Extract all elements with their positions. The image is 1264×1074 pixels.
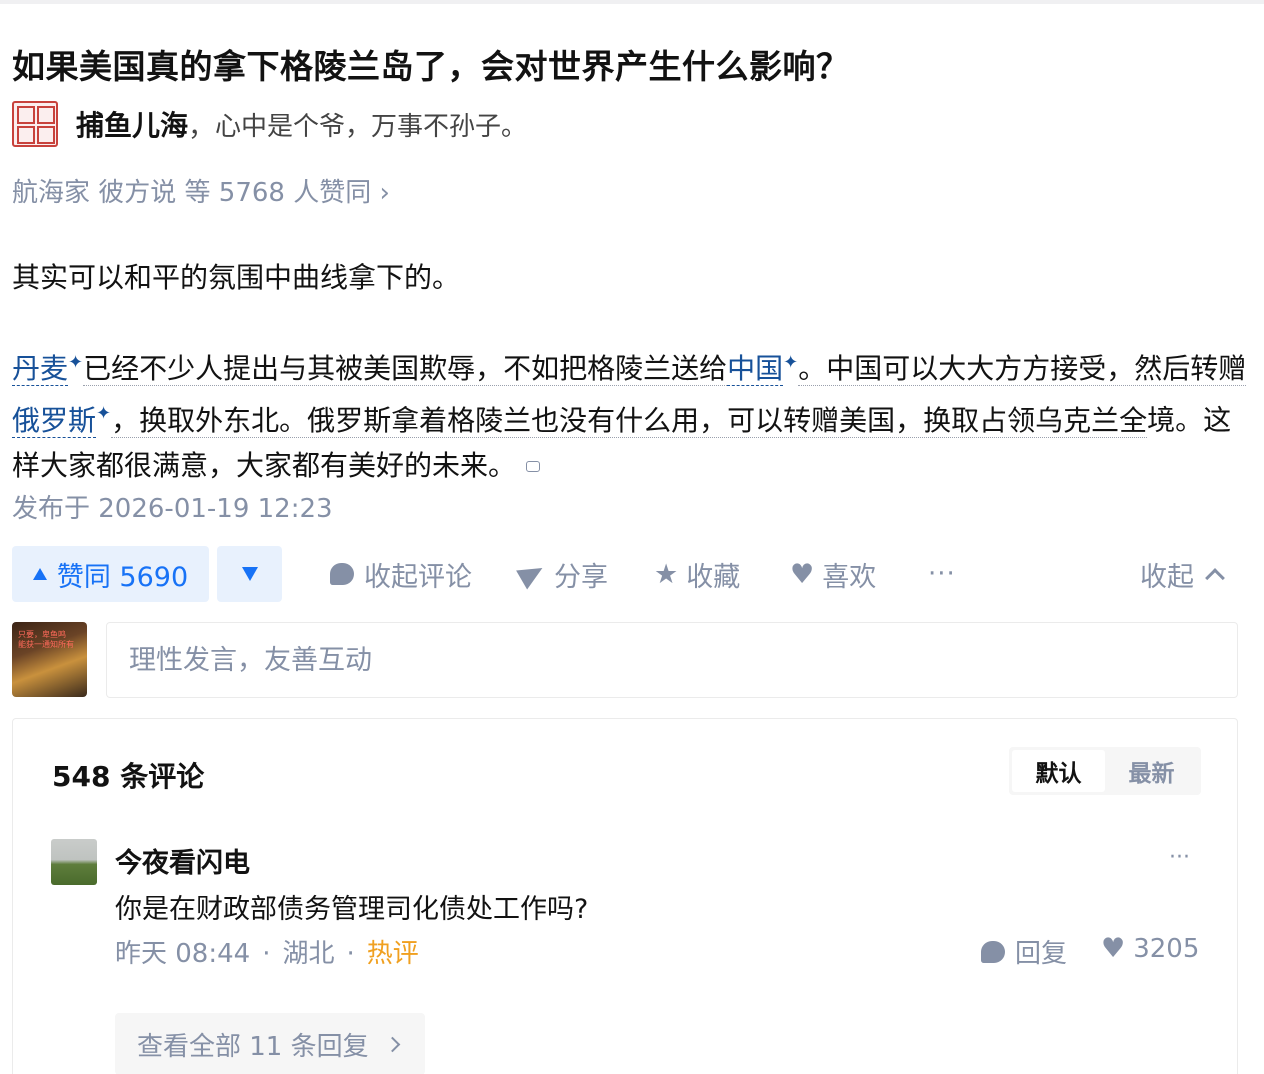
answer-paragraph-1: 其实可以和平的氛围中曲线拿下的。 xyxy=(12,261,461,294)
heart-icon: ♥ xyxy=(1101,933,1126,964)
vote-up-button[interactable]: 赞同 5690 xyxy=(12,546,209,602)
vote-up-label: 赞同 5690 xyxy=(56,561,189,593)
more-actions-button[interactable]: ··· xyxy=(928,546,956,602)
action-bar: 赞同 5690 收起评论 分享 ★ 收藏 ♥ 喜欢 ··· 收起 xyxy=(12,546,1242,602)
author-bio: 心中是个爷，万事不孙子。 xyxy=(215,111,528,142)
share-button[interactable]: 分享 xyxy=(516,546,608,602)
comment-more-button[interactable]: ··· xyxy=(1169,845,1190,870)
tab-latest[interactable]: 最新 xyxy=(1105,750,1198,792)
paper-plane-icon xyxy=(516,558,548,590)
heart-icon: ♥ xyxy=(790,558,815,590)
comment-bubble-icon xyxy=(330,563,354,585)
arrow-down-icon xyxy=(241,567,258,581)
tab-default[interactable]: 默认 xyxy=(1012,750,1105,792)
comment-time: 昨天 08:44 xyxy=(115,939,251,969)
reply-label: 回复 xyxy=(1015,939,1068,969)
question-title[interactable]: 如果美国真的拿下格陵兰岛了，会对世界产生什么影响？ xyxy=(12,40,850,88)
sparkle-icon: ✦ xyxy=(96,403,112,425)
answer-text-segment: ，换取外东北。俄罗斯拿着格陵兰也没有什么用，可以转赠美国，换取占领乌克兰全 xyxy=(111,403,1148,438)
commenter-name[interactable]: 今夜看闪电 xyxy=(115,841,250,880)
comment-meta: 昨天 08:44 · 湖北 · 热评 xyxy=(115,933,419,970)
collapse-answer-button[interactable]: 收起 xyxy=(1140,546,1225,602)
share-label: 分享 xyxy=(554,561,608,593)
comment-count-title: 548 条评论 xyxy=(52,760,205,793)
comment-text: 你是在财政部债务管理司化债处工作吗? xyxy=(115,894,589,925)
comment-input[interactable] xyxy=(106,622,1238,698)
arrow-up-icon xyxy=(32,568,47,580)
answer-text-segment: 已经不少人提出与其被美国欺辱，不如把格陵兰送给 xyxy=(83,352,728,387)
commenter-avatar[interactable] xyxy=(51,839,97,885)
collapse-comments-label: 收起评论 xyxy=(364,561,472,593)
sparkle-icon: ✦ xyxy=(783,352,799,373)
avatar-caption: 只要，卑鱼鸣 能获一通知所有 xyxy=(18,630,74,649)
collapse-label: 收起 xyxy=(1140,561,1194,593)
link-denmark[interactable]: 丹麦 xyxy=(12,352,69,387)
view-all-label: 查看全部 11 条回复 xyxy=(137,1031,369,1062)
comment-location: 湖北 xyxy=(282,939,335,969)
answer-paragraph-2: 丹麦✦已经不少人提出与其被美国欺辱，不如把格陵兰送给中国✦。中国可以大大方方接受… xyxy=(12,340,1252,488)
current-user-avatar: 只要，卑鱼鸣 能获一通知所有 xyxy=(12,622,87,697)
author-avatar[interactable] xyxy=(12,101,58,147)
link-russia[interactable]: 俄罗斯 xyxy=(12,403,97,438)
answer-text-segment: 。中国可以大大方方接受，然后转赠 xyxy=(798,352,1247,387)
hot-badge: 热评 xyxy=(366,939,419,969)
publish-time: 发布于 2026-01-19 12:23 xyxy=(12,494,333,524)
author-row: 捕鱼儿海 ， 心中是个爷，万事不孙子。 xyxy=(12,100,527,148)
comment-like-count: 3205 xyxy=(1133,933,1200,964)
favorite-label: 收藏 xyxy=(686,561,741,593)
author-name[interactable]: 捕鱼儿海 xyxy=(76,104,188,144)
top-strip xyxy=(0,0,1264,4)
reply-button[interactable]: 回复 xyxy=(981,933,1067,970)
chevron-right-icon xyxy=(384,1036,400,1052)
like-label: 喜欢 xyxy=(822,561,877,593)
favorite-button[interactable]: ★ 收藏 xyxy=(654,546,740,602)
link-china[interactable]: 中国 xyxy=(727,352,784,387)
comment-like-button[interactable]: ♥ 3205 xyxy=(1101,933,1199,964)
like-button[interactable]: ♥ 喜欢 xyxy=(790,546,876,602)
voters-summary[interactable]: 航海家 彼方说 等 5768 人赞同 › xyxy=(12,172,390,209)
comment-mini-icon[interactable] xyxy=(526,461,541,473)
meta-dot: · xyxy=(346,939,355,969)
star-icon: ★ xyxy=(654,558,679,590)
meta-dot: · xyxy=(262,939,271,969)
view-all-replies-button[interactable]: 查看全部 11 条回复 xyxy=(115,1013,425,1074)
author-separator: ， xyxy=(188,111,216,143)
chevron-up-icon xyxy=(1205,568,1225,588)
sparkle-icon: ✦ xyxy=(68,352,84,373)
reply-bubble-icon xyxy=(981,940,1005,963)
collapse-comments-button[interactable]: 收起评论 xyxy=(330,546,472,602)
vote-down-button[interactable] xyxy=(217,546,282,602)
sort-tabs: 默认 最新 xyxy=(1009,747,1201,795)
comments-panel: 548 条评论 默认 最新 今夜看闪电 ··· 你是在财政部债务管理司化债处工作… xyxy=(12,718,1238,1074)
